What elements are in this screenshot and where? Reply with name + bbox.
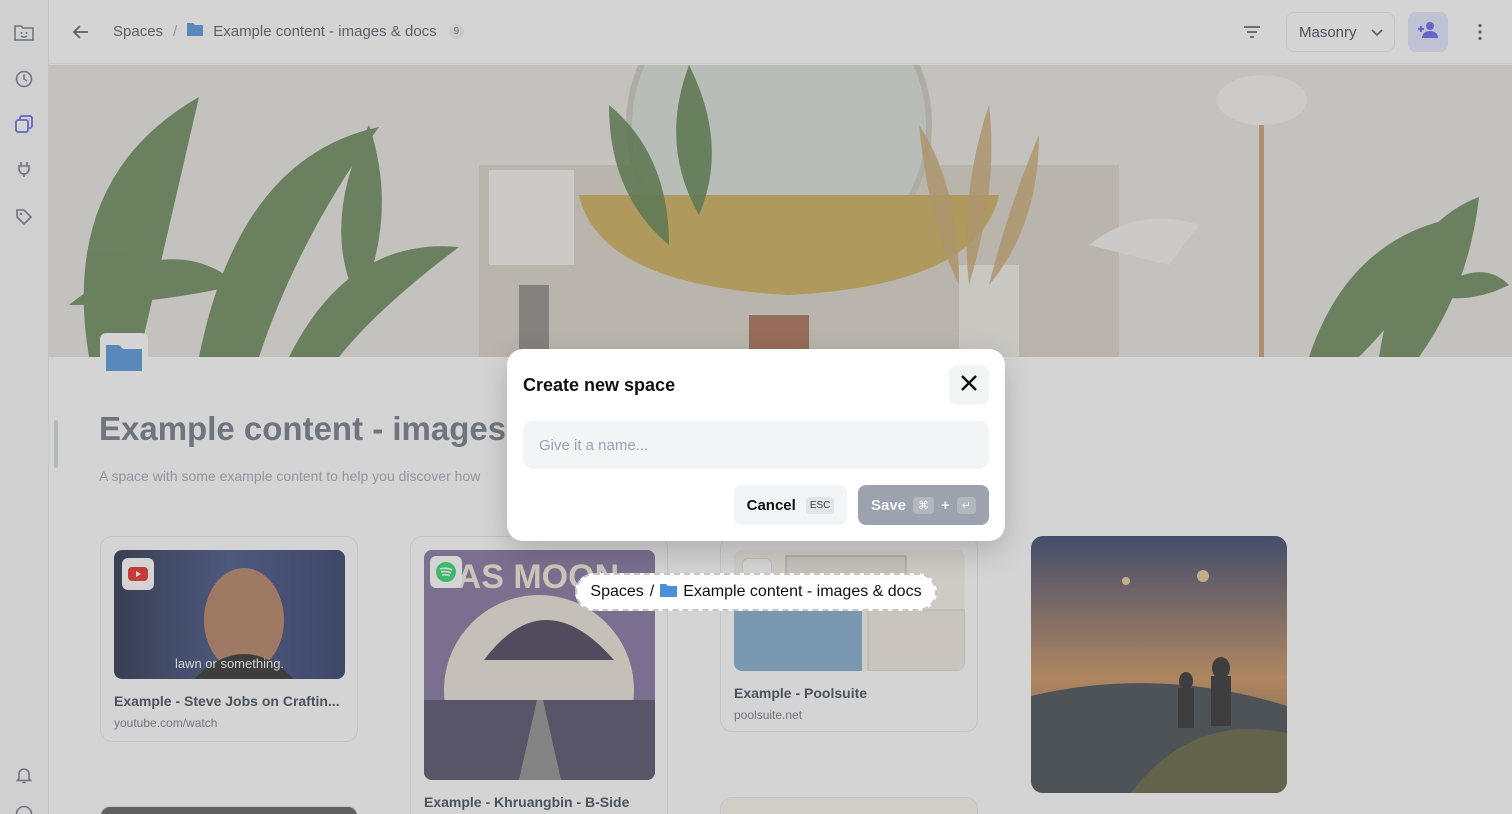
drag-preview-chip: Spaces / Example content - images & docs: [575, 573, 937, 611]
save-button[interactable]: Save ⌘ + ↵: [858, 485, 989, 525]
create-space-dialog: Create new space Cancel ESC Save ⌘ + ↵: [507, 349, 1005, 541]
plus-sign: +: [941, 496, 950, 514]
drag-chip-separator: /: [649, 583, 655, 600]
close-button[interactable]: [949, 365, 989, 405]
dialog-title: Create new space: [523, 375, 676, 395]
folder-icon: [660, 583, 678, 602]
drag-chip-space: Example content - images & docs: [683, 583, 922, 600]
drag-chip-root: Spaces: [590, 583, 644, 600]
save-label: Save: [870, 496, 907, 514]
cmd-key-badge: ⌘: [913, 496, 935, 514]
cancel-label: Cancel: [746, 496, 796, 514]
close-icon: [960, 374, 978, 397]
enter-key-badge: ↵: [956, 496, 977, 514]
cancel-button[interactable]: Cancel ESC: [734, 485, 847, 525]
space-name-input[interactable]: [523, 421, 989, 469]
esc-shortcut-badge: ESC: [805, 496, 835, 514]
